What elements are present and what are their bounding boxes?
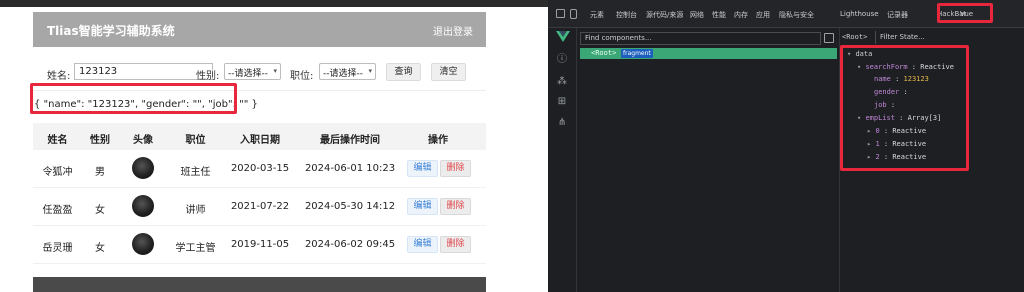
avatar (132, 233, 154, 255)
delete-button[interactable]: 删除 (440, 198, 471, 215)
tab-recorder[interactable]: 记录器 (887, 10, 908, 20)
vue-logo-inner-icon (559, 31, 567, 37)
job-select-value: --请选择-- (323, 69, 363, 79)
highlight-box-state (840, 45, 969, 171)
job-select[interactable]: --请选择-- ▾ (319, 63, 376, 80)
select-component-icon[interactable] (824, 33, 834, 43)
query-button[interactable]: 查询 (386, 63, 421, 81)
table-row: 任盈盈 女 讲师 2021-07-22 2024-05-30 14:12 编辑 … (33, 188, 486, 226)
pinia-icon[interactable]: ⊞ (556, 96, 568, 108)
table-header: 姓名 性别 头像 职位 入职日期 最后操作时间 操作 (33, 123, 486, 150)
col-header-job: 职位 (185, 135, 206, 146)
tab-application[interactable]: 应用 (756, 10, 770, 20)
name-input[interactable]: 123123 (74, 63, 213, 80)
cell-job: 学工主管 (175, 243, 216, 254)
app-page: Tlias智能学习辅助系统 退出登录 姓名: 123123 性别: --请选择-… (0, 7, 548, 292)
cell-entry-date: 2020-03-15 (230, 163, 290, 174)
cell-job: 班主任 (180, 167, 211, 178)
edit-button[interactable]: 编辑 (407, 198, 438, 215)
tab-memory[interactable]: 内存 (734, 10, 748, 20)
root-tag: <Root> (591, 49, 617, 57)
devtools-panel: 元素 控制台 源代码/来源 网络 性能 内存 应用 隐私与安全 Lighthou… (548, 0, 1024, 292)
col-header-gender: 性别 (90, 135, 110, 146)
cell-update-time: 2024-06-02 09:45 (304, 239, 396, 250)
cell-gender: 女 (95, 205, 105, 216)
vue-devtools-sidebar: ⓘ ⁂ ⊞ ⋔ (548, 28, 577, 292)
col-header-avatar: 头像 (133, 135, 153, 146)
edit-button[interactable]: 编辑 (407, 236, 438, 253)
avatar (132, 195, 154, 217)
table-row: 岳灵珊 女 学工主管 2019-11-05 2024-06-02 09:45 编… (33, 226, 486, 264)
gender-select-value: --请选择-- (228, 69, 268, 79)
gender-select[interactable]: --请选择-- ▾ (224, 63, 281, 80)
filter-state-input[interactable]: Filter State... (875, 31, 1020, 44)
name-label: 姓名: (47, 71, 71, 82)
employee-table: 姓名 性别 头像 职位 入职日期 最后操作时间 操作 令狐冲 男 班主任 202… (33, 123, 486, 266)
highlight-box-vue-tab (937, 3, 993, 23)
devtools-tab-bar: 元素 控制台 源代码/来源 网络 性能 内存 应用 隐私与安全 Lighthou… (548, 0, 1024, 28)
col-header-name: 姓名 (47, 135, 68, 146)
cell-name: 令狐冲 (42, 167, 73, 178)
tab-lighthouse[interactable]: Lighthouse (840, 10, 879, 18)
cell-update-time: 2024-05-30 14:12 (304, 201, 396, 212)
cell-gender: 女 (95, 243, 105, 254)
delete-button[interactable]: 删除 (440, 236, 471, 253)
tab-network[interactable]: 网络 (690, 10, 704, 20)
inspect-icon[interactable] (556, 9, 565, 18)
app-header: Tlias智能学习辅助系统 退出登录 (33, 12, 486, 47)
router-icon[interactable]: ⋔ (556, 117, 568, 129)
device-icon[interactable] (570, 9, 577, 19)
col-header-update-time: 最后操作时间 (320, 135, 380, 146)
components-icon[interactable]: ⁂ (556, 76, 568, 88)
root-breadcrumb[interactable]: <Root> (842, 33, 867, 41)
edit-button[interactable]: 编辑 (407, 160, 438, 177)
cell-name: 岳灵珊 (42, 243, 73, 254)
cell-entry-date: 2021-07-22 (230, 201, 290, 212)
tab-console[interactable]: 控制台 (616, 10, 637, 20)
cell-gender: 男 (95, 167, 105, 178)
tab-elements[interactable]: 元素 (590, 10, 604, 20)
cell-job: 讲师 (185, 205, 206, 216)
tab-sources[interactable]: 源代码/来源 (646, 10, 683, 20)
col-header-entry-date: 入职日期 (240, 135, 280, 146)
delete-button[interactable]: 删除 (440, 160, 471, 177)
component-tree-root[interactable]: <Root> fragment (580, 48, 837, 59)
find-components-input[interactable]: Find components... (580, 32, 821, 45)
tab-privacy-security[interactable]: 隐私与安全 (779, 10, 814, 20)
table-row: 令狐冲 男 班主任 2020-03-15 2024-06-01 10:23 编辑… (33, 150, 486, 188)
chevron-down-icon: ▾ (368, 67, 372, 75)
chevron-down-icon: ▾ (273, 67, 277, 75)
highlight-box-json (30, 83, 237, 114)
cell-update-time: 2024-06-01 10:23 (304, 163, 396, 174)
logout-link[interactable]: 退出登录 (433, 23, 473, 38)
app-title: Tlias智能学习辅助系统 (47, 24, 175, 38)
fragment-badge: fragment (621, 49, 653, 58)
gender-label: 性别: (196, 71, 220, 82)
page-footer (33, 277, 486, 292)
clear-button[interactable]: 清空 (431, 63, 466, 81)
tab-performance[interactable]: 性能 (712, 10, 726, 20)
avatar (132, 157, 154, 179)
job-label: 职位: (290, 71, 314, 82)
col-header-actions: 操作 (428, 135, 448, 146)
cell-name: 任盈盈 (42, 205, 73, 216)
browser-top-strip (0, 0, 548, 7)
cell-entry-date: 2019-11-05 (230, 239, 290, 250)
info-icon[interactable]: ⓘ (556, 54, 568, 66)
